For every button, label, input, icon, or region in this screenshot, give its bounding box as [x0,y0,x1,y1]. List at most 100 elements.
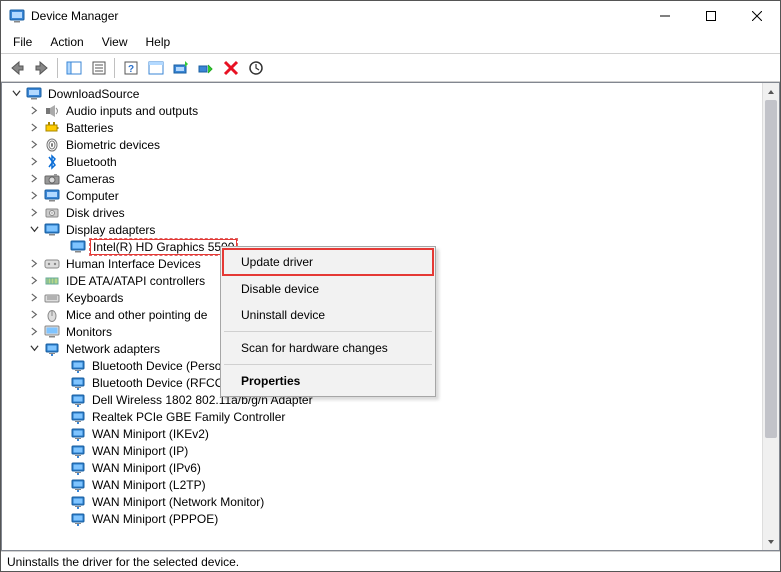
tree-toggle[interactable] [28,343,40,355]
context-item-disable-device[interactable]: Disable device [223,276,433,302]
help-button[interactable]: ? [119,57,142,79]
category-bluetooth[interactable]: Bluetooth [6,153,762,170]
device-label: WAN Miniport (PPPOE) [90,512,220,526]
device-label: WAN Miniport (IPv6) [90,461,203,475]
keyboard-icon [44,290,60,306]
tree-toggle[interactable] [28,292,40,304]
context-item-uninstall-device[interactable]: Uninstall device [223,302,433,328]
category-disk[interactable]: Disk drives [6,204,762,221]
tree-toggle[interactable] [28,224,40,236]
uninstall-button[interactable] [194,57,217,79]
menu-action[interactable]: Action [42,33,91,51]
back-button[interactable] [5,57,28,79]
device-label: Realtek PCIe GBE Family Controller [90,410,287,424]
network-icon [70,477,86,493]
network-icon [70,460,86,476]
tree-toggle[interactable] [28,122,40,134]
menu-help[interactable]: Help [138,33,179,51]
tree-toggle[interactable] [28,173,40,185]
biometric-icon [44,137,60,153]
hid-icon [44,256,60,272]
titlebar: Device Manager [1,1,780,31]
tree-toggle[interactable] [28,190,40,202]
tree-toggle[interactable] [28,326,40,338]
scan-hardware-button[interactable] [244,57,267,79]
close-button[interactable] [734,1,780,31]
show-hide-tree-button[interactable] [62,57,85,79]
network-icon [70,426,86,442]
network-icon [70,494,86,510]
tree-toggle[interactable] [28,309,40,321]
device-label: WAN Miniport (L2TP) [90,478,208,492]
tree-toggle[interactable] [10,88,22,100]
device-tree[interactable]: DownloadSource Audio inputs and outputs … [2,83,762,550]
maximize-button[interactable] [688,1,734,31]
device-item[interactable]: WAN Miniport (PPPOE) [6,510,762,527]
context-item-update-driver[interactable]: Update driver [223,249,433,275]
network-icon [44,341,60,357]
computer-icon [26,86,42,102]
disk-icon [44,205,60,221]
toolbar-separator [114,58,115,78]
category-label: IDE ATA/ATAPI controllers [64,274,207,288]
network-icon [70,358,86,374]
ide-icon [44,273,60,289]
category-battery[interactable]: Batteries [6,119,762,136]
scroll-track[interactable] [763,100,779,533]
device-label: Bluetooth Device (Perso [90,359,223,373]
minimize-button[interactable] [642,1,688,31]
battery-icon [44,120,60,136]
category-label: Audio inputs and outputs [64,104,200,118]
svg-text:?: ? [127,64,133,75]
device-item[interactable]: WAN Miniport (IPv6) [6,459,762,476]
context-item-scan-for-hardware-changes[interactable]: Scan for hardware changes [223,335,433,361]
device-item[interactable]: WAN Miniport (IKEv2) [6,425,762,442]
category-computer[interactable]: Computer [6,187,762,204]
tree-root[interactable]: DownloadSource [6,85,762,102]
update-driver-button[interactable] [169,57,192,79]
disable-button[interactable] [219,57,242,79]
menu-view[interactable]: View [94,33,136,51]
category-label: Mice and other pointing de [64,308,209,322]
tree-toggle[interactable] [28,156,40,168]
device-label: WAN Miniport (Network Monitor) [90,495,266,509]
toolbar-separator [57,58,58,78]
tree-toggle[interactable] [28,139,40,151]
menu-file[interactable]: File [5,33,40,51]
scroll-up-button[interactable] [763,83,779,100]
category-audio[interactable]: Audio inputs and outputs [6,102,762,119]
network-icon [70,375,86,391]
device-item[interactable]: WAN Miniport (L2TP) [6,476,762,493]
device-label: WAN Miniport (IKEv2) [90,427,211,441]
category-label: Disk drives [64,206,127,220]
tree-toggle[interactable] [28,275,40,287]
device-label: Intel(R) HD Graphics 5500 [90,239,237,255]
status-bar: Uninstalls the driver for the selected d… [1,551,780,571]
tree-toggle[interactable] [28,258,40,270]
category-label: Human Interface Devices [64,257,203,271]
category-label: Keyboards [64,291,125,305]
category-biometric[interactable]: Biometric devices [6,136,762,153]
properties-button[interactable] [87,57,110,79]
menubar: File Action View Help [1,31,780,54]
vertical-scrollbar[interactable] [762,83,779,550]
category-camera[interactable]: Cameras [6,170,762,187]
network-icon [70,392,86,408]
device-item[interactable]: WAN Miniport (IP) [6,442,762,459]
tree-toggle[interactable] [28,105,40,117]
window-controls [642,1,780,31]
root-label: DownloadSource [46,87,141,101]
device-item[interactable]: WAN Miniport (Network Monitor) [6,493,762,510]
category-label: Network adapters [64,342,162,356]
forward-button[interactable] [30,57,53,79]
scroll-down-button[interactable] [763,533,779,550]
context-item-properties[interactable]: Properties [223,368,433,394]
category-display[interactable]: Display adapters [6,221,762,238]
mouse-icon [44,307,60,323]
device-item[interactable]: Realtek PCIe GBE Family Controller [6,408,762,425]
tree-panel: DownloadSource Audio inputs and outputs … [1,82,780,551]
action-button[interactable] [144,57,167,79]
context-separator [224,364,432,365]
tree-toggle[interactable] [28,207,40,219]
scroll-thumb[interactable] [765,100,777,438]
